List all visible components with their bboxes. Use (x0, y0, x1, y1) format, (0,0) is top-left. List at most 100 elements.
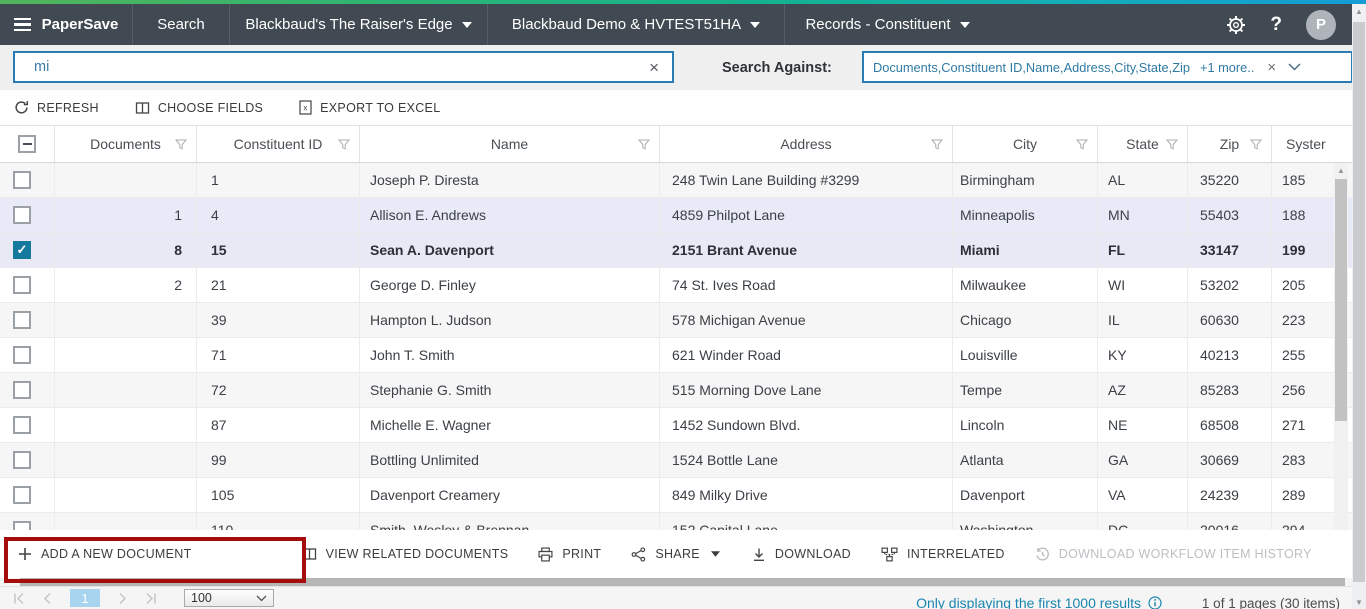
cell-documents (55, 478, 197, 512)
results-limit-link[interactable]: Only displaying the first 1000 results (916, 595, 1141, 609)
row-checkbox[interactable] (13, 346, 31, 364)
scroll-up-arrow-icon[interactable]: ▲ (1352, 4, 1366, 18)
cell-documents: 8 (55, 233, 197, 267)
download-button[interactable]: DOWNLOAD (752, 547, 851, 562)
nav-item-product-dropdown[interactable]: Blackbaud's The Raiser's Edge (230, 4, 488, 45)
choose-fields-button[interactable]: CHOOSE FIELDS (135, 101, 263, 115)
select-all-checkbox[interactable] (18, 135, 36, 153)
clear-search-icon[interactable]: × (636, 59, 672, 76)
cell-constituent-id: 1 (197, 163, 360, 197)
cell-state: MN (1098, 198, 1188, 232)
table-row[interactable]: 1 4 Allison E. Andrews 4859 Philpot Lane… (0, 198, 1366, 233)
app-menu-button[interactable]: PaperSave (0, 4, 133, 45)
download-icon (752, 547, 766, 562)
scrollbar-thumb[interactable] (1335, 179, 1347, 421)
row-checkbox[interactable] (13, 171, 31, 189)
print-button[interactable]: PRINT (538, 547, 601, 562)
cell-name: Davenport Creamery (360, 478, 660, 512)
nav-item-records-dropdown[interactable]: Records - Constituent (785, 4, 990, 45)
cell-state: FL (1098, 233, 1188, 267)
filter-icon[interactable] (175, 139, 187, 150)
filter-icon[interactable] (1250, 139, 1262, 150)
row-checkbox[interactable] (13, 241, 31, 259)
table-row[interactable]: 2 21 George D. Finley 74 St. Ives Road M… (0, 268, 1366, 303)
download-workflow-history-button[interactable]: DOWNLOAD WORKFLOW ITEM HISTORY (1035, 547, 1312, 562)
top-navigation-bar: PaperSave Search Blackbaud's The Raiser'… (0, 4, 1366, 45)
first-page-icon[interactable] (12, 592, 25, 605)
filter-icon[interactable] (338, 139, 350, 150)
filter-icon[interactable] (1166, 139, 1178, 150)
pagination-bar: 1 100 Only displaying the first 1000 res… (0, 586, 1352, 609)
table-row[interactable]: 87 Michelle E. Wagner 1452 Sundown Blvd.… (0, 408, 1366, 443)
cell-city: Milwaukee (953, 268, 1098, 302)
nav-item-search[interactable]: Search (133, 4, 230, 45)
scrollbar-thumb[interactable] (20, 578, 1345, 586)
nav-item-org-dropdown[interactable]: Blackbaud Demo & HVTEST51HA (488, 4, 785, 45)
scrollbar-thumb[interactable] (1353, 22, 1365, 582)
chevron-down-icon[interactable] (1288, 63, 1301, 71)
table-vertical-scrollbar[interactable]: ▲ (1334, 163, 1348, 530)
pager-controls: 1 (12, 589, 158, 607)
row-checkbox[interactable] (13, 276, 31, 294)
search-against-dropdown[interactable]: Documents,Constituent ID,Name,Address,Ci… (862, 51, 1353, 83)
current-page-button[interactable]: 1 (70, 589, 100, 607)
table-row[interactable]: 8 15 Sean A. Davenport 2151 Brant Avenue… (0, 233, 1366, 268)
filter-icon[interactable] (1076, 139, 1088, 150)
horizontal-scrollbar[interactable] (0, 578, 1352, 586)
row-checkbox[interactable] (13, 416, 31, 434)
cell-address: 248 Twin Lane Building #3299 (660, 163, 953, 197)
table-row[interactable]: 72 Stephanie G. Smith 515 Morning Dove L… (0, 373, 1366, 408)
column-header-documents[interactable]: Documents (55, 126, 197, 162)
cell-address: 621 Winder Road (660, 338, 953, 372)
row-checkbox[interactable] (13, 206, 31, 224)
column-header-name[interactable]: Name (360, 126, 660, 162)
table-row[interactable]: 110 Smith, Wesley & Brennan 152 Capital … (0, 513, 1366, 530)
filter-icon[interactable] (638, 139, 650, 150)
refresh-button[interactable]: REFRESH (14, 100, 99, 115)
view-related-documents-button[interactable]: VIEW RELATED DOCUMENTS (302, 547, 509, 561)
next-page-icon[interactable] (116, 592, 129, 605)
column-header-address[interactable]: Address (660, 126, 953, 162)
row-checkbox[interactable] (13, 311, 31, 329)
interrelated-button[interactable]: INTERRELATED (881, 547, 1005, 562)
row-checkbox[interactable] (13, 381, 31, 399)
cell-zip: 40213 (1188, 338, 1272, 372)
cell-constituent-id: 4 (197, 198, 360, 232)
export-to-excel-button[interactable]: x EXPORT TO EXCEL (299, 100, 440, 115)
add-new-document-button[interactable]: ADD A NEW DOCUMENT (18, 547, 192, 561)
table-row[interactable]: 39 Hampton L. Judson 578 Michigan Avenue… (0, 303, 1366, 338)
cell-state: GA (1098, 443, 1188, 477)
scroll-down-arrow-icon[interactable]: ▼ (1352, 595, 1366, 609)
column-header-state[interactable]: State (1098, 126, 1188, 162)
page-size-select[interactable]: 100 (184, 589, 274, 607)
info-icon[interactable] (1148, 596, 1162, 609)
table-row[interactable]: 1 Joseph P. Diresta 248 Twin Lane Buildi… (0, 163, 1366, 198)
column-header-constituent-id[interactable]: Constituent ID (197, 126, 360, 162)
table-row[interactable]: 71 John T. Smith 621 Winder Road Louisvi… (0, 338, 1366, 373)
cell-documents (55, 338, 197, 372)
search-input[interactable] (15, 59, 636, 75)
help-icon[interactable]: ? (1270, 14, 1282, 36)
excel-file-icon: x (299, 100, 312, 115)
page-vertical-scrollbar[interactable]: ▲ ▼ (1352, 4, 1366, 609)
row-checkbox[interactable] (13, 521, 31, 530)
last-page-icon[interactable] (145, 592, 158, 605)
clear-against-icon[interactable]: × (1267, 60, 1276, 75)
table-row[interactable]: 105 Davenport Creamery 849 Milky Drive D… (0, 478, 1366, 513)
plus-icon (18, 547, 32, 561)
user-avatar[interactable]: P (1306, 10, 1336, 40)
settings-gear-icon[interactable] (1226, 15, 1246, 35)
cell-name: Joseph P. Diresta (360, 163, 660, 197)
cell-constituent-id: 39 (197, 303, 360, 337)
column-header-city[interactable]: City (953, 126, 1098, 162)
column-header-zip[interactable]: Zip (1188, 126, 1272, 162)
scroll-up-arrow-icon[interactable]: ▲ (1334, 163, 1348, 177)
previous-page-icon[interactable] (41, 592, 54, 605)
filter-icon[interactable] (931, 139, 943, 150)
share-button[interactable]: SHARE (631, 547, 720, 562)
row-checkbox[interactable] (13, 451, 31, 469)
search-section: × Search Against: Documents,Constituent … (0, 45, 1366, 90)
row-checkbox[interactable] (13, 486, 31, 504)
table-row[interactable]: 99 Bottling Unlimited 1524 Bottle Lane A… (0, 443, 1366, 478)
cell-city: Lincoln (953, 408, 1098, 442)
